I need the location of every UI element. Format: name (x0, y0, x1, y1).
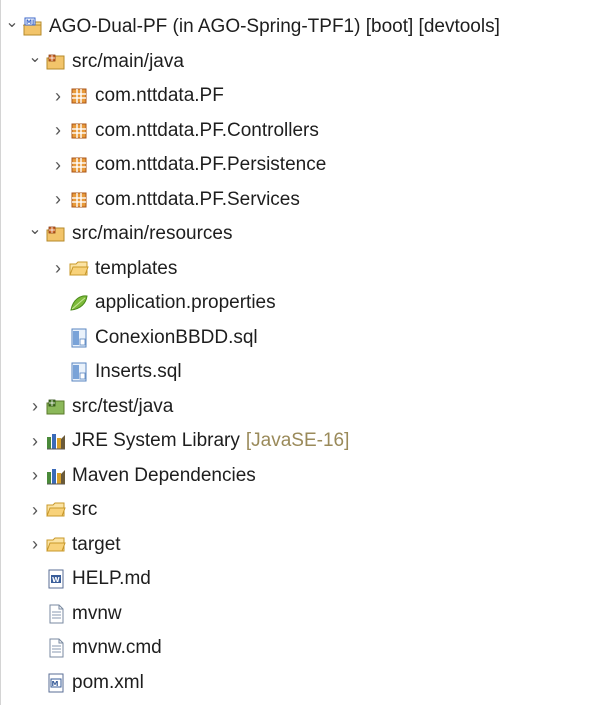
tree-item[interactable]: › templates (49, 252, 177, 286)
tree-item-label: target (72, 533, 121, 555)
chevron-right-icon[interactable]: › (49, 148, 67, 182)
tree-item-label: Maven Dependencies (72, 464, 256, 486)
chevron-down-icon[interactable]: ⌄ (26, 213, 44, 255)
source-folder-icon (46, 224, 66, 244)
chevron-right-icon[interactable]: › (26, 493, 44, 527)
text-file-icon (46, 638, 66, 658)
tree-item-decoration: [JavaSE-16] (245, 430, 350, 451)
tree-item[interactable]: › com.nttdata.PF.Controllers (49, 114, 319, 148)
tree-item[interactable]: › src/test/java (26, 390, 173, 424)
pom-file-icon: M (46, 673, 66, 693)
library-icon (46, 431, 66, 451)
chevron-right-icon[interactable]: › (26, 459, 44, 493)
folder-icon (46, 535, 66, 555)
tree-item[interactable]: Inserts.sql (49, 355, 182, 389)
chevron-right-icon[interactable]: › (26, 390, 44, 424)
tree-item-label: mvnw (72, 602, 122, 624)
tree-item-label: src/test/java (72, 395, 174, 417)
test-source-folder-icon (46, 397, 66, 417)
spring-leaf-icon (69, 293, 89, 313)
tree-item[interactable]: ⌄ src/main/resources (26, 217, 233, 251)
tree-item-label: com.nttdata.PF.Controllers (95, 119, 319, 141)
tree-item-label: ConexionBBDD.sql (95, 326, 258, 348)
chevron-right-icon[interactable]: › (26, 424, 44, 458)
package-icon (69, 190, 89, 210)
svg-text:MJ: MJ (26, 19, 34, 26)
maven-project-icon: MJ (23, 17, 43, 37)
package-explorer-tree: ⌄ MJ AGO-Dual-PF (in AGO-Spring-TPF1) [boo… (0, 0, 616, 705)
tree-item-label: templates (95, 257, 178, 279)
tree-item[interactable]: Mpom.xml (26, 666, 144, 700)
tree-item[interactable]: › com.nttdata.PF.Services (49, 183, 300, 217)
tree-item[interactable]: W HELP.md (26, 562, 151, 596)
tree-item[interactable]: › Maven Dependencies (26, 459, 256, 493)
tree-item[interactable]: › com.nttdata.PF.Persistence (49, 148, 326, 182)
folder-icon (69, 259, 89, 279)
chevron-down-icon[interactable]: ⌄ (26, 41, 44, 83)
tree-item-label: com.nttdata.PF.Services (95, 188, 300, 210)
tree-item[interactable]: › target (26, 528, 121, 562)
tree-item[interactable]: mvnw.cmd (26, 631, 162, 665)
chevron-right-icon[interactable]: › (49, 114, 67, 148)
svg-text:M: M (52, 680, 59, 688)
tree-item-label: com.nttdata.PF.Persistence (95, 154, 327, 175)
svg-text:W: W (52, 576, 60, 584)
tree-item[interactable]: application.properties (49, 286, 276, 320)
package-icon (69, 155, 89, 175)
tree-item[interactable]: › src (26, 493, 97, 527)
chevron-right-icon[interactable]: › (49, 79, 67, 113)
tree-item-label: src/main/resources (72, 223, 233, 244)
chevron-right-icon[interactable]: › (49, 252, 67, 286)
package-icon (69, 86, 89, 106)
library-icon (46, 466, 66, 486)
markdown-file-icon: W (46, 569, 66, 589)
tree-item[interactable]: › JRE System Library [JavaSE-16] (26, 424, 349, 458)
tree-item-label: JRE System Library (72, 430, 240, 451)
tree-item[interactable]: mvnw (26, 597, 122, 631)
tree-item-label: AGO-Dual-PF (in AGO-Spring-TPF1) [boot] … (49, 16, 500, 37)
tree-item-label: application.properties (95, 292, 276, 313)
text-file-icon (46, 604, 66, 624)
chevron-down-icon[interactable]: ⌄ (3, 6, 21, 48)
tree-item-label: com.nttdata.PF (95, 85, 224, 106)
tree-item-label: pom.xml (72, 671, 144, 693)
tree-item-label: src (72, 499, 98, 520)
tree-item-label: src/main/java (72, 50, 184, 72)
tree-item[interactable]: › com.nttdata.PF (49, 79, 224, 113)
chevron-right-icon[interactable]: › (49, 183, 67, 217)
sql-file-icon (69, 362, 89, 382)
tree-item-label: Inserts.sql (95, 361, 182, 382)
package-icon (69, 121, 89, 141)
tree-item[interactable]: ⌄ src/main/java (26, 45, 184, 79)
tree-item-label: HELP.md (72, 568, 151, 589)
folder-icon (46, 500, 66, 520)
tree-item-label: mvnw.cmd (72, 637, 162, 658)
tree-item[interactable]: ConexionBBDD.sql (49, 321, 258, 355)
sql-file-icon (69, 328, 89, 348)
chevron-right-icon[interactable]: › (26, 528, 44, 562)
source-folder-icon (46, 52, 66, 72)
tree-item[interactable]: ⌄ MJ AGO-Dual-PF (in AGO-Spring-TPF1) [boo… (3, 10, 500, 44)
